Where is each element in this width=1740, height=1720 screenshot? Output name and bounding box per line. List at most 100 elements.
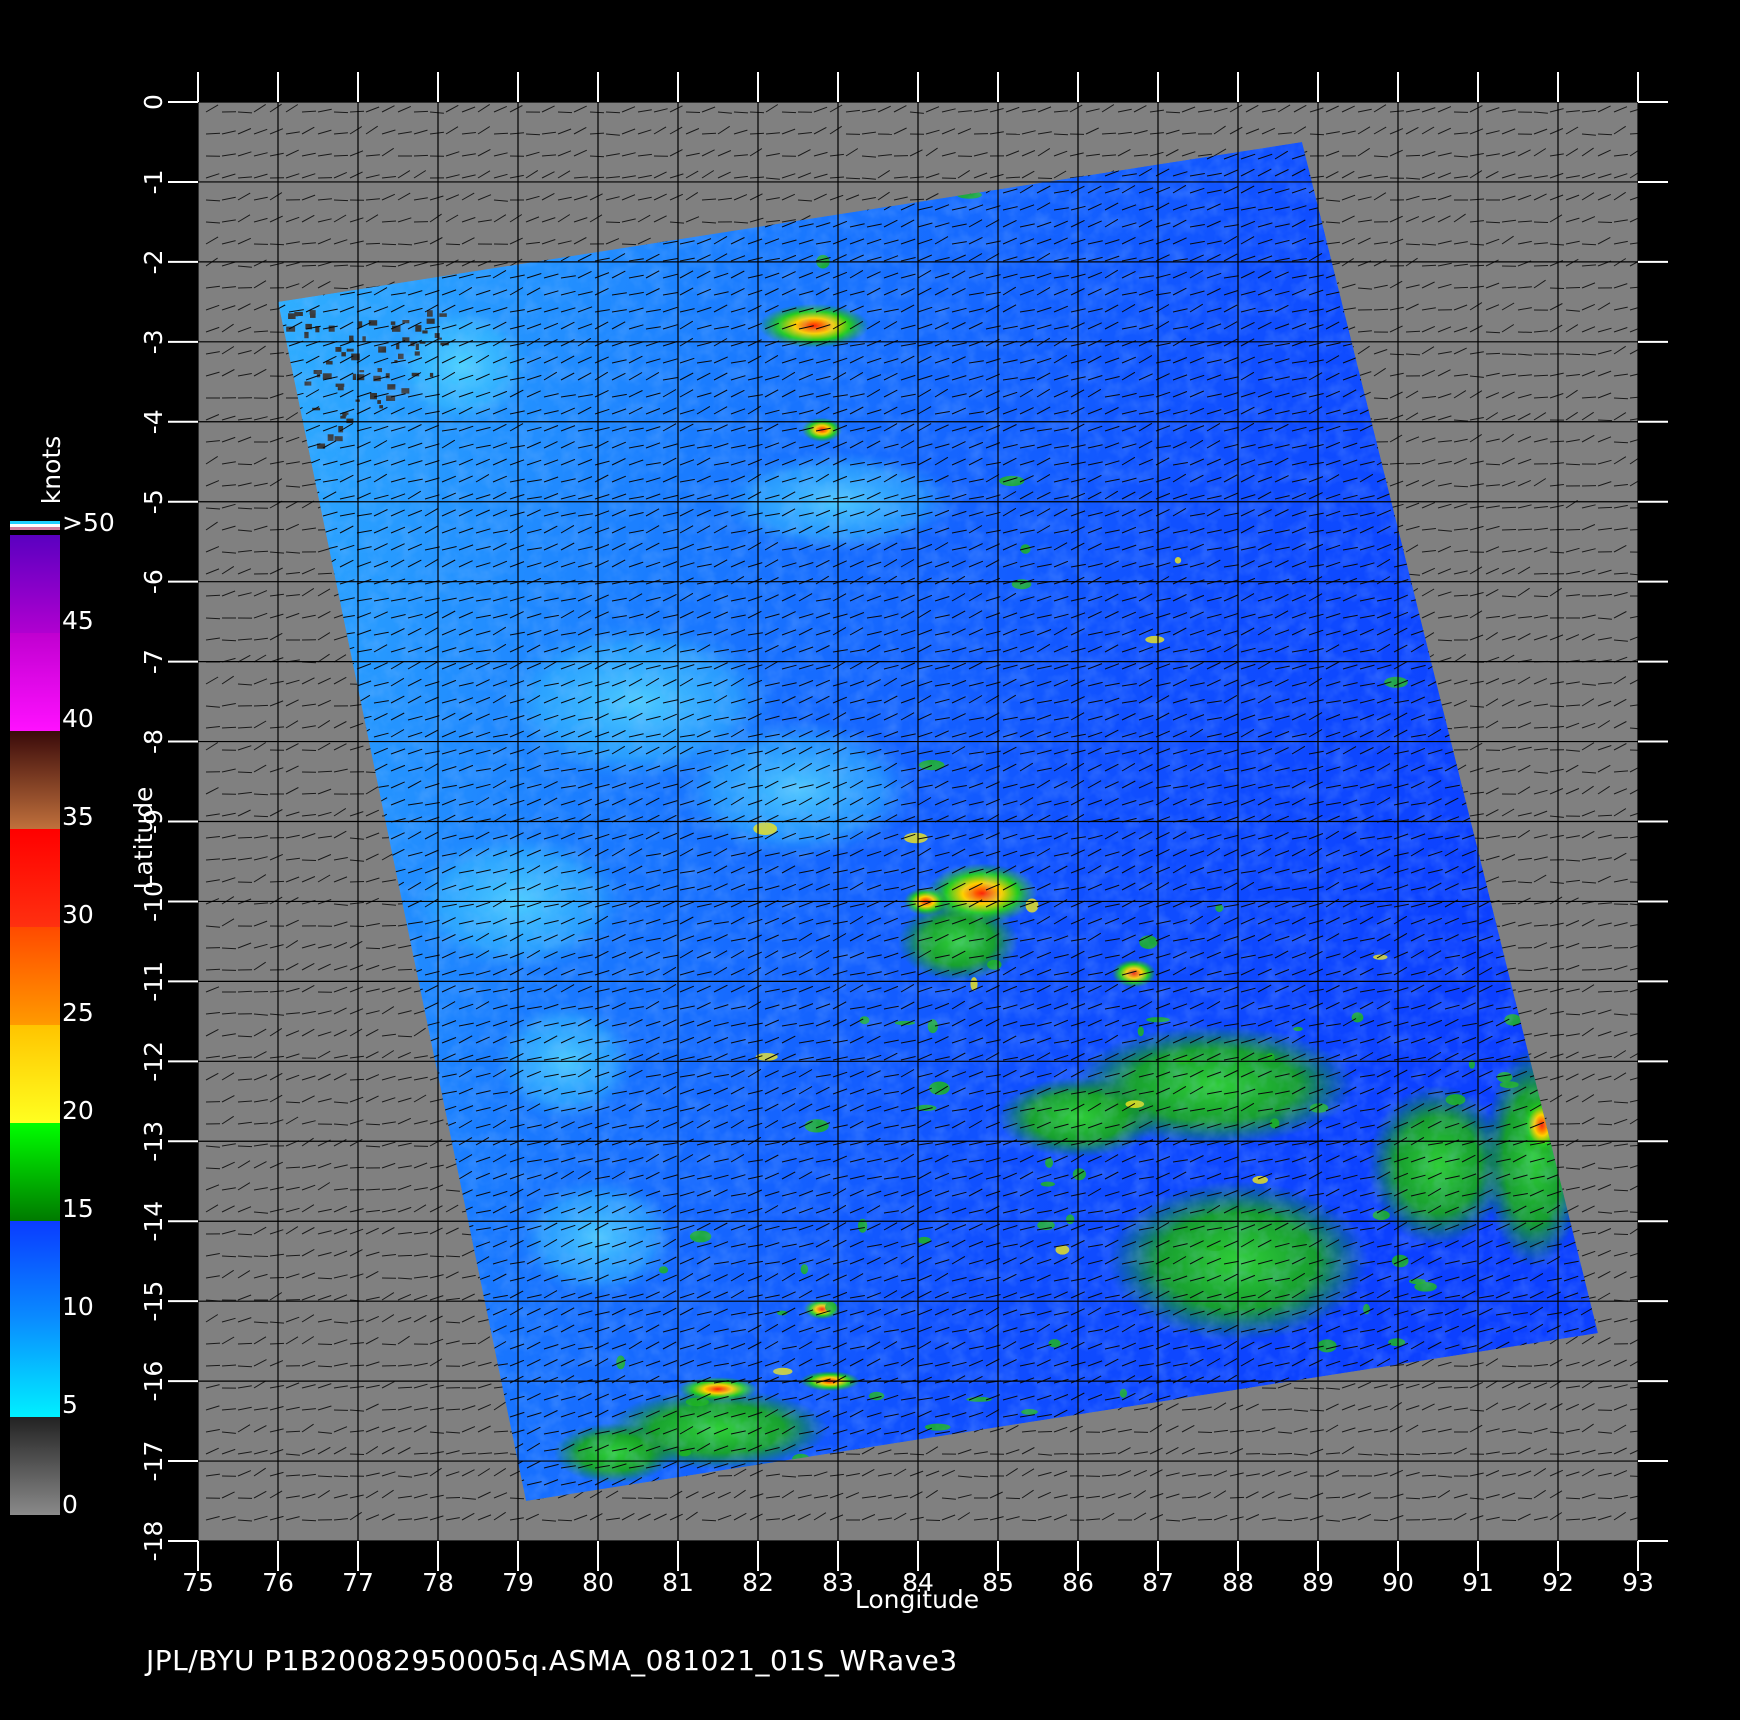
wind-barb — [1485, 463, 1501, 466]
wind-barb — [413, 154, 429, 157]
wind-barb — [1501, 529, 1517, 531]
wind-barb — [701, 132, 717, 135]
wind-barb — [1533, 595, 1549, 598]
wind-barb — [253, 991, 269, 993]
wind-barb — [237, 1035, 253, 1038]
wind-barb — [749, 132, 765, 135]
wind-barb — [1373, 308, 1389, 311]
wind-barb — [285, 1254, 301, 1257]
wind-barb — [413, 110, 429, 113]
wind-barb — [333, 154, 349, 157]
wind-barb — [1629, 881, 1638, 883]
wind-barb — [1597, 419, 1613, 422]
wind-barb — [253, 550, 269, 553]
wind-barb — [317, 1277, 333, 1280]
wind-barb — [1517, 969, 1533, 971]
wind-barb — [589, 111, 605, 114]
wind-barb — [1501, 506, 1517, 509]
wind-barb — [253, 704, 269, 707]
wind-barb — [237, 1145, 253, 1148]
wind-barb — [333, 199, 349, 202]
wind-barb — [381, 243, 397, 246]
wind-barb — [365, 242, 381, 245]
wind-barb — [685, 111, 701, 113]
wind-barb — [1405, 463, 1421, 465]
wind-barb — [269, 880, 285, 883]
wind-barb — [301, 264, 317, 267]
wind-barb — [1565, 353, 1581, 356]
wind-barb — [589, 155, 605, 158]
wind-barb — [621, 243, 637, 246]
wind-barb — [1629, 1211, 1638, 1213]
wind-barb — [365, 947, 381, 950]
scatterometer-wind-map: 75 76 77 78 79 80 81 82 83 84 85 86 87 88 89 90 91 92 930-… — [10, 72, 1668, 1614]
wind-barb — [333, 111, 349, 114]
wind-barb — [221, 639, 237, 642]
wind-barb — [1597, 506, 1613, 509]
wind-barb — [1565, 287, 1581, 289]
wind-barb — [1549, 705, 1565, 708]
wind-barb — [1581, 946, 1597, 949]
wind-barb — [493, 132, 509, 135]
wind-barb — [205, 132, 221, 135]
wind-barb — [1613, 1233, 1629, 1235]
wind-barb — [269, 1277, 285, 1279]
wind-barb — [1597, 133, 1613, 136]
wind-barb — [349, 881, 365, 883]
wind-barb — [237, 463, 253, 466]
wind-barb — [589, 176, 605, 179]
wind-barb — [1533, 573, 1549, 575]
wind-barb — [1533, 221, 1549, 223]
wind-barb — [1485, 352, 1501, 355]
wind-barb — [1549, 287, 1565, 289]
wind-barb — [1533, 726, 1549, 729]
wind-barb — [317, 572, 333, 575]
wind-barb — [1629, 529, 1638, 531]
wind-barb — [301, 859, 317, 861]
wind-barb — [253, 793, 269, 796]
wind-barb — [349, 1078, 365, 1081]
wind-barb — [237, 771, 253, 774]
wind-barb — [205, 968, 221, 971]
wind-barb — [1405, 243, 1421, 246]
wind-barb — [1501, 902, 1517, 905]
wind-barb — [301, 749, 317, 751]
wind-barb — [445, 243, 461, 246]
wind-barb — [269, 528, 285, 531]
wind-barb — [221, 726, 237, 729]
wind-barb — [397, 1254, 413, 1257]
wind-barb — [1373, 397, 1389, 400]
wind-barb — [1581, 243, 1597, 246]
wind-barb — [1469, 264, 1485, 267]
wind-barb — [557, 111, 573, 114]
wind-barb — [397, 968, 413, 971]
wind-barb — [1037, 177, 1053, 179]
wind-barb — [285, 1101, 301, 1104]
wind-barb — [525, 133, 541, 136]
wind-barb — [221, 1255, 237, 1258]
wind-barb — [269, 243, 285, 246]
wind-barb — [1565, 529, 1581, 531]
wind-barb — [1453, 286, 1469, 289]
wind-barb — [205, 1167, 221, 1170]
wind-barb — [1613, 441, 1629, 444]
wind-barb — [253, 815, 269, 818]
wind-barb — [237, 836, 253, 839]
wind-barb — [365, 1123, 381, 1126]
wind-barb — [349, 110, 365, 113]
wind-barb — [381, 265, 397, 268]
wind-barb — [1453, 485, 1469, 488]
wind-barb — [301, 792, 317, 795]
wind-barb — [1405, 154, 1421, 157]
wind-barb — [1533, 265, 1549, 267]
wind-barb — [237, 1233, 253, 1236]
wind-barb — [605, 221, 621, 223]
wind-barb — [381, 925, 397, 927]
wind-barb — [1597, 221, 1613, 223]
wind-barb — [1053, 133, 1069, 136]
wind-barb — [333, 287, 349, 290]
wind-barb — [781, 111, 797, 114]
wind-barb — [253, 1255, 269, 1257]
wind-barb — [349, 925, 365, 927]
wind-barb — [749, 111, 765, 114]
